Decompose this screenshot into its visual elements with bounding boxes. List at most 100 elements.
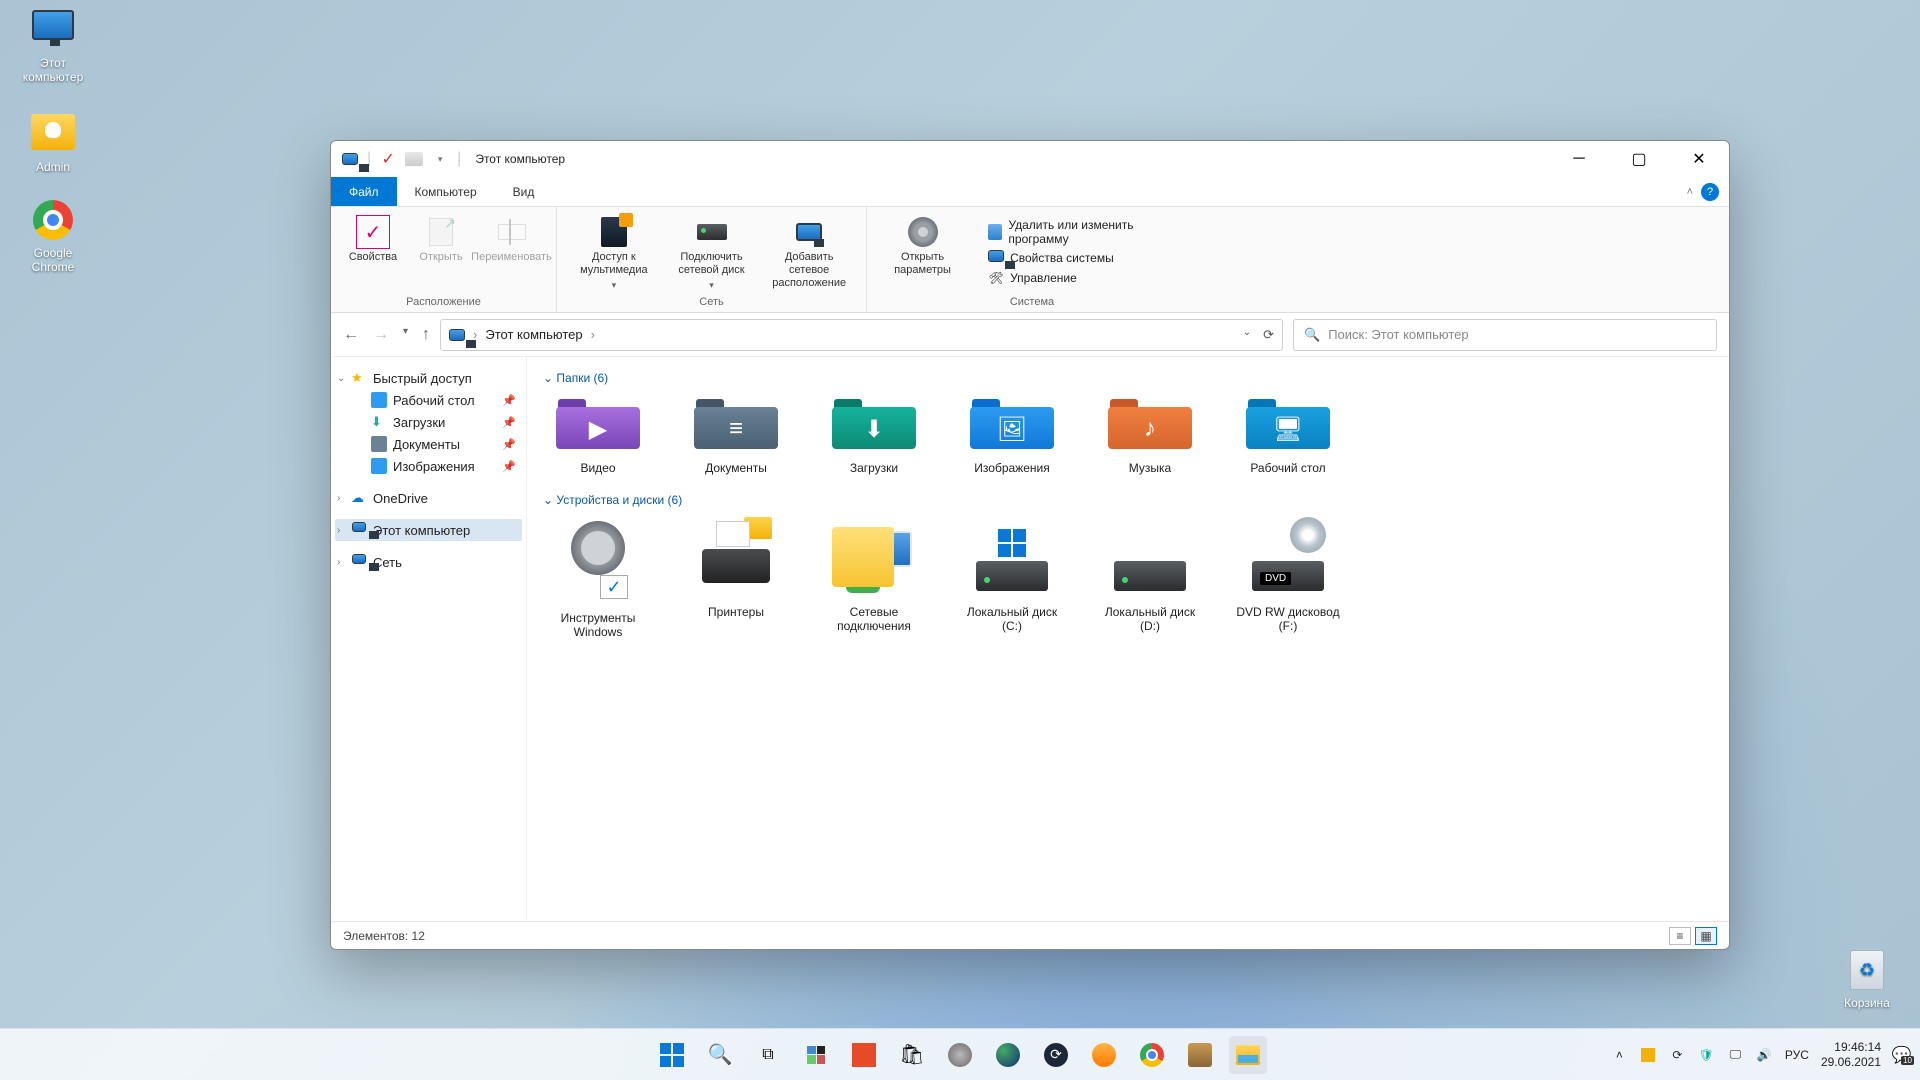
desktop-icon-admin[interactable]: Admin bbox=[8, 110, 98, 174]
nav-up[interactable]: ↑ bbox=[422, 326, 430, 344]
taskbar-app-1[interactable] bbox=[845, 1036, 883, 1074]
tray-clock[interactable]: 19:46:14 29.06.2021 bbox=[1821, 1040, 1881, 1070]
taskbar-app-4[interactable] bbox=[1181, 1036, 1219, 1074]
taskbar-store[interactable]: 🛍 bbox=[893, 1036, 931, 1074]
device-dvd[interactable]: DVDDVD RW дисковод (F:) bbox=[1233, 515, 1343, 639]
folder-desktop[interactable]: 🖥Рабочий стол bbox=[1233, 393, 1343, 475]
star-icon: ★ bbox=[351, 370, 367, 386]
device-printers[interactable]: Принтеры bbox=[681, 515, 791, 639]
folder-documents[interactable]: ≡Документы bbox=[681, 393, 791, 475]
tray-display-icon[interactable]: 🖵 bbox=[1727, 1046, 1744, 1063]
programs-icon bbox=[988, 224, 1002, 240]
gear-icon bbox=[906, 215, 940, 249]
nav-tree: ⌄★Быстрый доступ Рабочий стол📌 ⬇Загрузки… bbox=[331, 357, 527, 921]
ribbon-open[interactable]: ↗Открыть bbox=[409, 213, 473, 266]
chevron-right-icon[interactable]: › bbox=[591, 327, 595, 342]
media-server-icon bbox=[597, 215, 631, 249]
qat-folder-icon[interactable] bbox=[405, 152, 423, 166]
tray-language[interactable]: РУС bbox=[1785, 1048, 1809, 1062]
qat-properties-icon[interactable]: ✓ bbox=[379, 150, 397, 168]
ribbon-manage[interactable]: 🛠Управление bbox=[986, 269, 1179, 287]
taskbar-app-3[interactable] bbox=[1085, 1036, 1123, 1074]
titlebar[interactable]: | ✓ ▾ | Этот компьютер ─ ▢ ✕ bbox=[331, 141, 1729, 177]
ribbon-open-settings[interactable]: Открыть параметры bbox=[877, 213, 968, 279]
taskview-icon: ⧉ bbox=[762, 1046, 773, 1064]
tray-defender-icon[interactable]: 🛡 bbox=[1698, 1046, 1715, 1063]
device-disk-d[interactable]: Локальный диск (D:) bbox=[1095, 515, 1205, 639]
ribbon-system-properties[interactable]: Свойства системы bbox=[986, 249, 1179, 267]
rename-icon bbox=[495, 215, 529, 249]
tree-network[interactable]: ›Сеть bbox=[335, 551, 522, 573]
maximize-button[interactable]: ▢ bbox=[1609, 141, 1669, 177]
taskbar-explorer[interactable] bbox=[1229, 1036, 1267, 1074]
menu-computer[interactable]: Компьютер bbox=[397, 177, 495, 206]
network-icon bbox=[351, 554, 367, 570]
pin-icon: 📌 bbox=[502, 460, 516, 473]
tray-volume-icon[interactable]: 🔊 bbox=[1756, 1046, 1773, 1063]
tree-desktop[interactable]: Рабочий стол📌 bbox=[335, 389, 522, 411]
device-disk-c[interactable]: Локальный диск (C:) bbox=[957, 515, 1067, 639]
desktop-icon-recycle-bin[interactable]: ♻ Корзина bbox=[1822, 950, 1912, 1010]
tree-pictures[interactable]: Изображения📌 bbox=[335, 455, 522, 477]
ribbon: ✓Свойства ↗Открыть Переименовать Располо… bbox=[331, 207, 1729, 313]
menu-view[interactable]: Вид bbox=[495, 177, 553, 206]
taskbar-app-2[interactable] bbox=[941, 1036, 979, 1074]
desktop-icon-this-pc[interactable]: Этот компьютер bbox=[8, 10, 98, 84]
help-icon[interactable]: ? bbox=[1701, 183, 1719, 201]
this-pc-icon bbox=[351, 522, 367, 538]
ribbon-rename[interactable]: Переименовать bbox=[477, 213, 546, 266]
ribbon-uninstall[interactable]: Удалить или изменить программу bbox=[986, 217, 1179, 247]
onedrive-icon: ☁ bbox=[351, 490, 367, 506]
document-icon bbox=[371, 436, 387, 452]
close-button[interactable]: ✕ bbox=[1669, 141, 1729, 177]
nav-forward[interactable]: → bbox=[373, 326, 389, 344]
tree-onedrive[interactable]: ›☁OneDrive bbox=[335, 487, 522, 509]
view-icons-button[interactable]: ▦ bbox=[1695, 927, 1717, 945]
taskbar-taskview[interactable]: ⧉ bbox=[749, 1036, 787, 1074]
ribbon-media-access[interactable]: Доступ к мультимедиа▾ bbox=[567, 213, 661, 294]
section-devices[interactable]: Устройства и диски (6) bbox=[543, 493, 1713, 507]
tray-overflow[interactable]: ˄ bbox=[1611, 1046, 1628, 1063]
folder-music[interactable]: ♪Музыка bbox=[1095, 393, 1205, 475]
ribbon-properties[interactable]: ✓Свойства bbox=[341, 213, 405, 266]
desktop-icon: 🖥 bbox=[1242, 415, 1334, 444]
ribbon-collapse-icon[interactable]: ˄ bbox=[1687, 186, 1693, 198]
section-folders[interactable]: Папки (6) bbox=[543, 371, 1713, 385]
nav-back[interactable]: ← bbox=[343, 326, 359, 344]
refresh-icon[interactable]: ⟳ bbox=[1263, 327, 1274, 343]
pin-icon: 📌 bbox=[502, 416, 516, 429]
address-dropdown-icon[interactable]: ⌄ bbox=[1243, 327, 1251, 343]
tree-this-pc[interactable]: ›Этот компьютер bbox=[335, 519, 522, 541]
view-details-button[interactable]: ≡ bbox=[1669, 927, 1691, 945]
start-button[interactable] bbox=[653, 1036, 691, 1074]
device-windows-tools[interactable]: ✓Инструменты Windows bbox=[543, 515, 653, 639]
tree-downloads[interactable]: ⬇Загрузки📌 bbox=[335, 411, 522, 433]
taskbar-firefox[interactable] bbox=[989, 1036, 1027, 1074]
menu-file[interactable]: Файл bbox=[331, 177, 397, 206]
taskbar-steam[interactable]: ⟳ bbox=[1037, 1036, 1075, 1074]
breadcrumb[interactable]: Этот компьютер bbox=[485, 327, 582, 342]
folder-videos[interactable]: ▶Видео bbox=[543, 393, 653, 475]
tray-app-icon[interactable] bbox=[1640, 1046, 1657, 1063]
desktop-icon-chrome[interactable]: Google Chrome bbox=[8, 200, 98, 274]
nav-history-dropdown[interactable]: ▾ bbox=[403, 326, 408, 344]
video-icon: ▶ bbox=[552, 415, 644, 444]
folder-pictures[interactable]: 🖼Изображения bbox=[957, 393, 1067, 475]
address-bar[interactable]: › Этот компьютер › ⌄ ⟳ bbox=[440, 319, 1283, 351]
tree-documents[interactable]: Документы📌 bbox=[335, 433, 522, 455]
search-box[interactable]: 🔍 Поиск: Этот компьютер bbox=[1293, 319, 1717, 351]
taskbar-widgets[interactable] bbox=[797, 1036, 835, 1074]
device-net-connections[interactable]: Сетевые подключения bbox=[819, 515, 929, 639]
music-icon: ♪ bbox=[1104, 415, 1196, 443]
download-icon: ⬇ bbox=[828, 415, 920, 444]
minimize-button[interactable]: ─ bbox=[1549, 141, 1609, 177]
taskbar-search[interactable]: 🔍 bbox=[701, 1036, 739, 1074]
tree-quick-access[interactable]: ⌄★Быстрый доступ bbox=[335, 367, 522, 389]
tray-notifications[interactable]: 💬10 bbox=[1893, 1046, 1910, 1063]
qat-dropdown-icon[interactable]: ▾ bbox=[431, 150, 449, 168]
folder-downloads[interactable]: ⬇Загрузки bbox=[819, 393, 929, 475]
ribbon-add-net-location[interactable]: Добавить сетевое расположение bbox=[762, 213, 856, 292]
taskbar-chrome[interactable] bbox=[1133, 1036, 1171, 1074]
ribbon-map-drive[interactable]: Подключить сетевой диск▾ bbox=[665, 213, 759, 294]
tray-steam-icon[interactable]: ⟳ bbox=[1669, 1046, 1686, 1063]
